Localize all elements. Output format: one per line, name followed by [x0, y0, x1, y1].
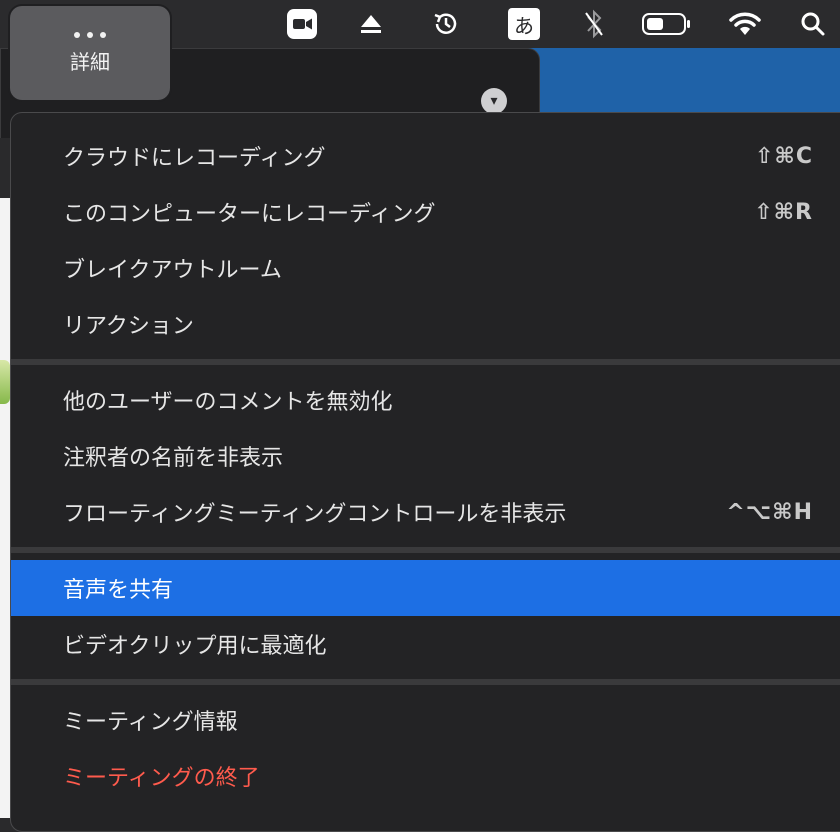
more-button-label: 詳細	[70, 49, 110, 74]
more-dots-icon	[74, 31, 106, 38]
menu-separator	[11, 679, 840, 685]
menu-separator	[11, 547, 840, 553]
menu-item-share-audio[interactable]: 音声を共有	[11, 560, 840, 616]
window-dropdown-icon[interactable]: ▾	[481, 88, 507, 114]
shortcut-label: ^⌥⌘H	[726, 499, 813, 525]
menu-item-label: 音声を共有	[63, 578, 174, 603]
menu-item-label: ブレイクアウトルーム	[63, 258, 282, 283]
shortcut-label: ⇧⌘C	[755, 143, 813, 169]
menu-item-label: ミーティング情報	[63, 710, 238, 735]
menu-item-end-meeting[interactable]: ミーティングの終了	[11, 748, 840, 804]
more-menu: クラウドにレコーディング ⇧⌘C このコンピューターにレコーディング ⇧⌘R ブ…	[10, 112, 840, 832]
menu-item-label: 注釈者の名前を非表示	[63, 446, 284, 471]
menu-item-record-to-computer[interactable]: このコンピューターにレコーディング ⇧⌘R	[11, 184, 840, 240]
menu-item-label: リアクション	[63, 314, 194, 339]
eject-icon[interactable]	[355, 8, 387, 40]
menu-item-hide-floating-controls[interactable]: フローティングミーティングコントロールを非表示 ^⌥⌘H	[11, 484, 840, 540]
menu-item-label: フローティングミーティングコントロールを非表示	[63, 502, 567, 527]
shortcut-label: ⇧⌘R	[754, 199, 813, 225]
zoom-video-icon[interactable]	[285, 8, 319, 40]
menu-item-label: ミーティングの終了	[63, 766, 260, 791]
menu-item-meeting-info[interactable]: ミーティング情報	[11, 692, 840, 748]
menu-item-label: 他のユーザーのコメントを無効化	[63, 390, 393, 415]
more-button[interactable]: 詳細	[10, 6, 170, 100]
menu-separator	[11, 359, 840, 365]
input-method-icon[interactable]: あ	[508, 8, 540, 40]
thumbnail-image	[0, 360, 10, 404]
menu-item-disable-comments[interactable]: 他のユーザーのコメントを無効化	[11, 372, 840, 428]
bluetooth-off-icon[interactable]	[580, 8, 608, 40]
input-method-label: あ	[514, 13, 534, 38]
menu-item-record-to-cloud[interactable]: クラウドにレコーディング ⇧⌘C	[11, 128, 840, 184]
menu-item-label: クラウドにレコーディング	[63, 146, 326, 171]
wifi-icon[interactable]	[727, 8, 763, 40]
search-icon[interactable]	[798, 8, 828, 40]
menu-item-reactions[interactable]: リアクション	[11, 296, 840, 352]
battery-icon[interactable]	[640, 8, 692, 40]
menu-item-label: このコンピューターにレコーディング	[63, 202, 436, 227]
menu-item-breakout-rooms[interactable]: ブレイクアウトルーム	[11, 240, 840, 296]
menu-item-label: ビデオクリップ用に最適化	[63, 634, 327, 659]
menu-item-optimize-video-clip[interactable]: ビデオクリップ用に最適化	[11, 616, 840, 672]
time-machine-icon[interactable]	[430, 8, 462, 40]
menu-item-hide-annotator-names[interactable]: 注釈者の名前を非表示	[11, 428, 840, 484]
menubar-status-icons: あ	[280, 0, 840, 48]
